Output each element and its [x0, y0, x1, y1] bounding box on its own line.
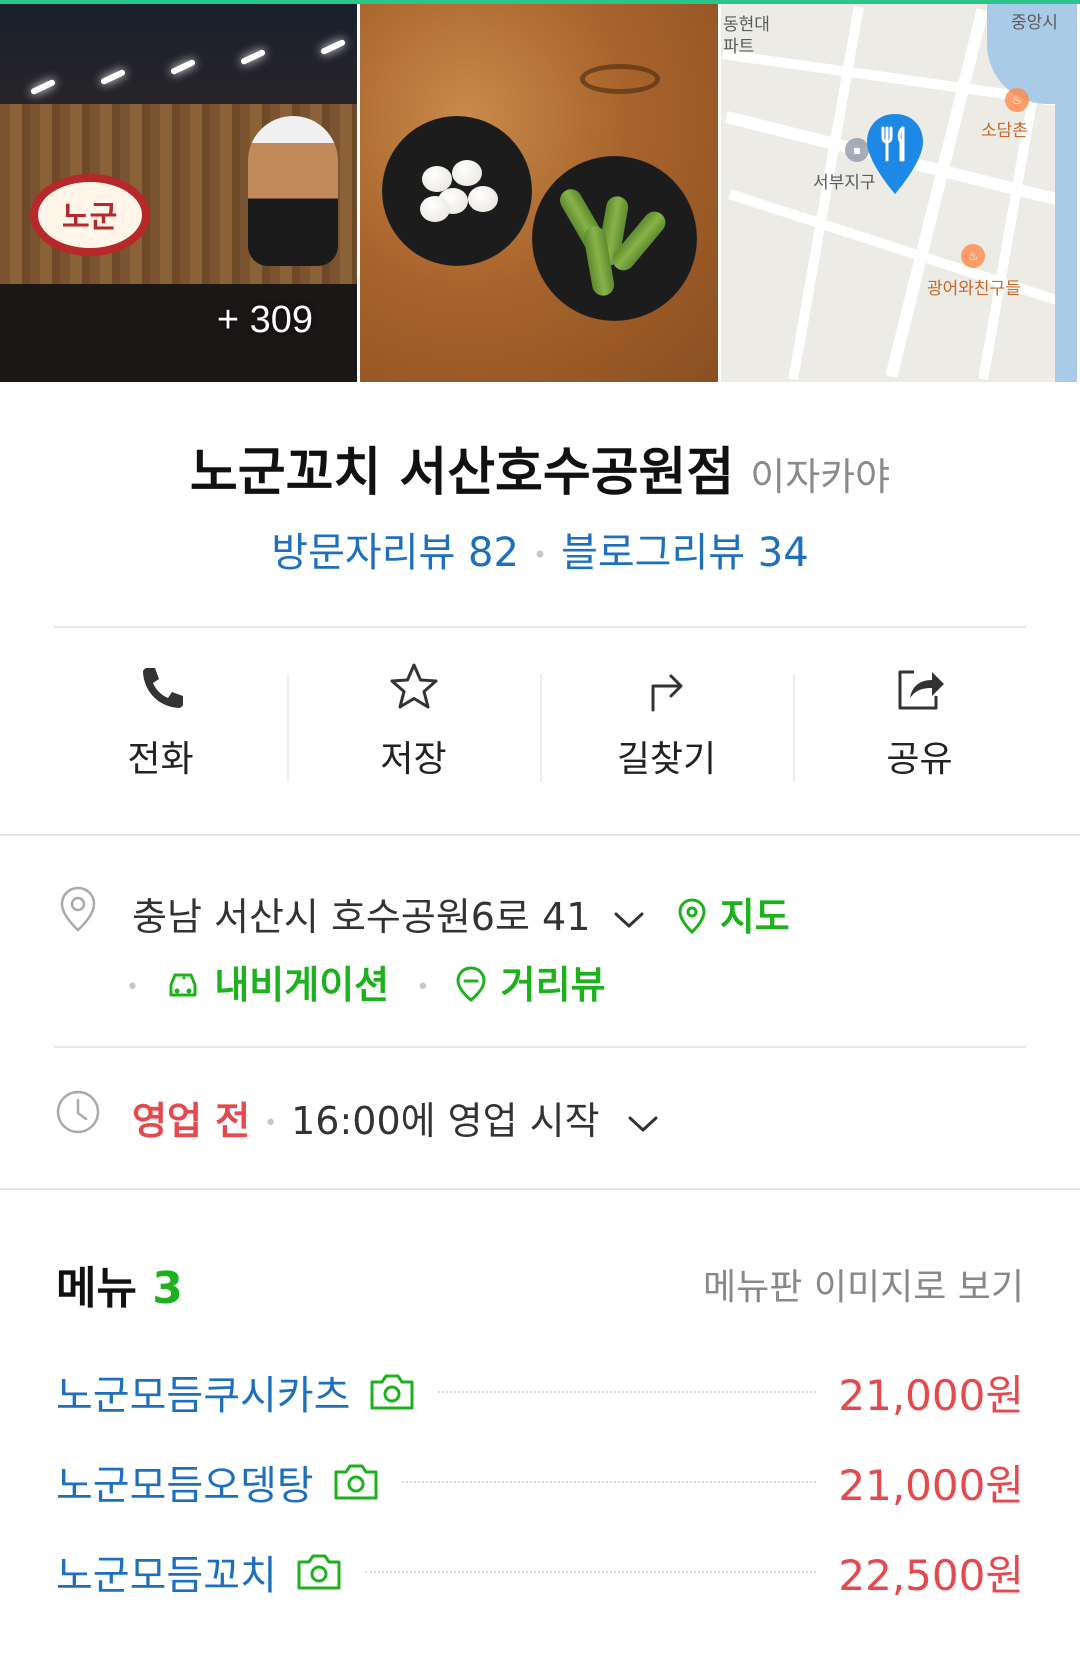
menu-heading: 메뉴 3 — [56, 1252, 183, 1316]
camera-icon — [370, 1374, 414, 1410]
divider — [54, 626, 1026, 628]
navigation-link-label: 내비게이션 — [214, 963, 390, 1007]
map-pin-icon — [678, 898, 706, 935]
map-river — [1055, 64, 1077, 382]
map-label: 광어와친구들 — [927, 279, 1021, 299]
separator-dot: • — [532, 541, 548, 569]
directions-button[interactable]: 길찾기 — [540, 660, 793, 796]
menu-count: 3 — [152, 1263, 183, 1314]
hours-row[interactable]: 영업 전 • 16:00에 영업 시작 — [132, 1090, 660, 1145]
menu-item[interactable]: 노군모듬쿠시카츠 21,000원 — [56, 1362, 1024, 1422]
menu-item-name[interactable]: 노군모듬쿠시카츠 — [56, 1363, 350, 1421]
visitor-review-link[interactable]: 방문자리뷰 82 — [271, 530, 519, 576]
dotted-leader — [438, 1391, 817, 1393]
dotted-leader — [364, 1571, 817, 1573]
location-pin-icon — [60, 886, 96, 932]
menu-item-name[interactable]: 노군모듬오뎅탕 — [56, 1453, 314, 1511]
menu-board-link[interactable]: 메뉴판 이미지로 보기 — [703, 1258, 1024, 1310]
address-links-row: • 내비게이션 • 거리뷰 — [126, 954, 606, 1009]
navigation-link[interactable]: 내비게이션 — [165, 963, 402, 1007]
map-link[interactable]: 지도 — [677, 895, 790, 939]
car-icon — [169, 973, 197, 997]
separator-dot: • — [416, 975, 430, 1000]
hours-detail: 16:00에 영업 시작 — [291, 1099, 600, 1143]
menu-item-price: 21,000원 — [838, 1370, 1024, 1420]
map-label: 소담촌 — [981, 121, 1028, 141]
menu-item-price: 21,000원 — [838, 1460, 1024, 1510]
call-label: 전화 — [127, 739, 194, 780]
separator-dot: • — [126, 975, 139, 1000]
share-button[interactable]: 공유 — [793, 660, 1046, 796]
clock-icon — [56, 1090, 100, 1134]
address-text[interactable]: 충남 서산시 호수공원6로 41 — [132, 895, 590, 939]
store-front-photo[interactable]: 노군 + 309 — [0, 4, 357, 382]
divider — [54, 1046, 1026, 1048]
separator-dot: • — [264, 1111, 278, 1136]
menu-title: 메뉴 — [56, 1263, 137, 1314]
place-category: 이자카야 — [750, 455, 891, 499]
menu-item-price: 22,500원 — [838, 1550, 1024, 1600]
camera-icon — [334, 1464, 378, 1500]
place-title-row: 노군꼬치 서산호수공원점 이자카야 — [0, 430, 1080, 505]
review-row: 방문자리뷰 82 • 블로그리뷰 34 — [0, 520, 1080, 578]
chevron-down-icon[interactable] — [626, 1112, 660, 1136]
photo-strip: 노군 + 309 동현대 파트 ▪ 서부지구 ♨ 소담촌 ♨ 광어와친구들 중앙… — [0, 0, 1080, 382]
map-label: 파트 — [723, 37, 755, 57]
chef-statue — [248, 116, 338, 266]
camera-icon — [297, 1554, 341, 1590]
share-label: 공유 — [886, 739, 953, 780]
side-dish-photo[interactable] — [360, 4, 718, 382]
phone-icon — [142, 668, 183, 708]
section-divider — [0, 1188, 1080, 1190]
save-label: 저장 — [380, 739, 447, 780]
streetview-icon — [456, 966, 486, 1002]
place-name: 노군꼬치 서산호수공원점 — [189, 443, 735, 503]
streetview-link-label: 거리뷰 — [500, 963, 606, 1007]
chevron-down-icon[interactable] — [612, 908, 646, 932]
menu-item[interactable]: 노군모듬꼬치 22,500원 — [56, 1542, 1024, 1602]
business-status: 영업 전 — [132, 1099, 251, 1143]
wood-knot — [580, 64, 660, 94]
menu-item[interactable]: 노군모듬오뎅탕 21,000원 — [56, 1452, 1024, 1512]
blog-review-link[interactable]: 블로그리뷰 34 — [561, 530, 809, 576]
star-icon — [390, 663, 437, 709]
map-label: 중앙시 — [1011, 13, 1058, 33]
directions-label: 길찾기 — [616, 739, 717, 780]
pickled-onion-bowl — [382, 116, 532, 266]
call-button[interactable]: 전화 — [34, 660, 287, 796]
store-sign-text: 노군 — [62, 200, 118, 235]
section-divider — [0, 834, 1080, 836]
edamame-bowl — [532, 156, 697, 321]
action-bar: 전화 저장 길찾기 공유 — [34, 660, 1046, 796]
address-row: 충남 서산시 호수공원6로 41 지도 — [132, 886, 790, 941]
streetview-link[interactable]: 거리뷰 — [455, 963, 606, 1007]
map-link-label: 지도 — [719, 895, 790, 939]
dotted-leader — [401, 1481, 817, 1483]
photo-count-badge[interactable]: + 309 — [217, 299, 313, 342]
save-button[interactable]: 저장 — [287, 660, 540, 796]
share-icon — [898, 670, 944, 710]
menu-item-name[interactable]: 노군모듬꼬치 — [56, 1543, 277, 1601]
map-thumbnail[interactable]: 동현대 파트 ▪ 서부지구 ♨ 소담촌 ♨ 광어와친구들 중앙시 — [721, 4, 1077, 382]
directions-icon — [651, 674, 682, 712]
restaurant-pin-icon — [867, 114, 923, 194]
